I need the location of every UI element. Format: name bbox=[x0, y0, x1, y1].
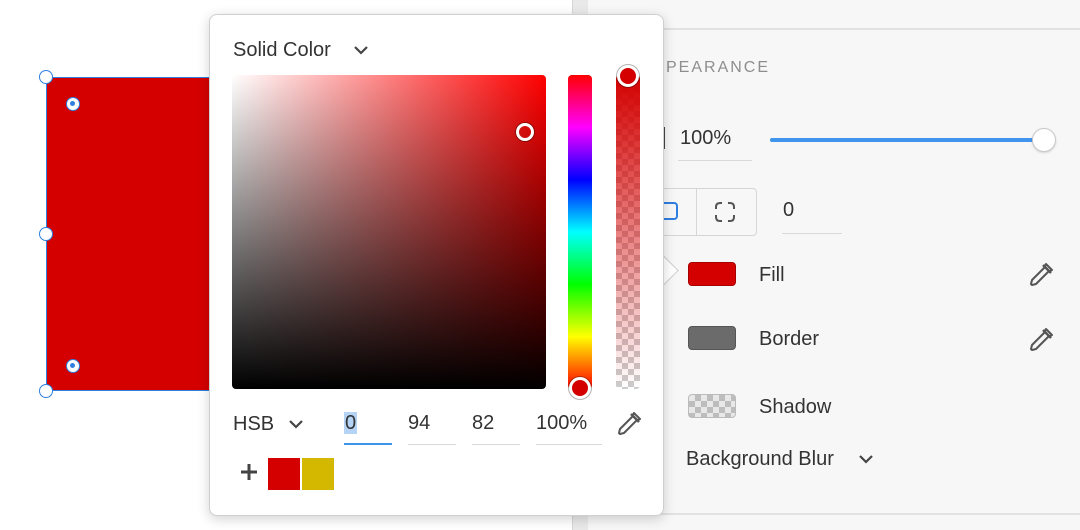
opacity-input-underline bbox=[678, 160, 752, 161]
shadow-swatch[interactable] bbox=[688, 394, 736, 418]
resize-handle-bottom-left[interactable] bbox=[39, 384, 53, 398]
resize-handle-middle-left[interactable] bbox=[39, 227, 53, 241]
chevron-down-icon[interactable] bbox=[288, 417, 304, 431]
alpha-slider[interactable] bbox=[616, 75, 640, 389]
color-picker-popover: Solid Color HSB 0 94 82 100% bbox=[209, 14, 664, 516]
appearance-section-label: PEARANCE bbox=[666, 59, 771, 76]
document-swatch-red[interactable] bbox=[268, 458, 300, 490]
uniform-radius-icon[interactable] bbox=[662, 202, 678, 220]
chevron-down-icon[interactable] bbox=[858, 452, 874, 466]
per-corner-radius-icon[interactable] bbox=[714, 201, 736, 223]
saturation-input[interactable]: 94 bbox=[408, 407, 456, 445]
opacity-slider-thumb[interactable] bbox=[1032, 128, 1056, 152]
fill-swatch[interactable] bbox=[688, 262, 736, 286]
saturation-brightness-field[interactable] bbox=[232, 75, 546, 389]
corner-radius-underline bbox=[782, 233, 842, 234]
shadow-label: Shadow bbox=[759, 396, 832, 418]
chevron-down-icon[interactable] bbox=[353, 43, 369, 57]
border-swatch[interactable] bbox=[688, 326, 736, 350]
corner-radius-handle-top[interactable] bbox=[66, 97, 80, 111]
corner-radius-input[interactable]: 0 bbox=[783, 199, 794, 222]
document-swatch-yellow[interactable] bbox=[302, 458, 334, 490]
fill-type-dropdown[interactable]: Solid Color bbox=[233, 39, 331, 62]
plus-icon[interactable] bbox=[238, 461, 260, 483]
corner-radius-handle-bottom[interactable] bbox=[66, 359, 80, 373]
hue-slider-thumb[interactable] bbox=[569, 377, 591, 399]
color-space-dropdown[interactable]: HSB bbox=[233, 413, 274, 436]
brightness-input[interactable]: 82 bbox=[472, 407, 520, 445]
border-label: Border bbox=[759, 328, 820, 350]
eyedropper-icon[interactable] bbox=[614, 409, 644, 439]
opacity-slider[interactable] bbox=[770, 138, 1044, 142]
alpha-slider-thumb[interactable] bbox=[617, 65, 639, 87]
eyedropper-icon[interactable] bbox=[1026, 260, 1056, 290]
background-blur-label[interactable]: Background Blur bbox=[686, 448, 834, 471]
hue-slider[interactable] bbox=[568, 75, 592, 389]
hue-input-text: 0 bbox=[344, 412, 358, 434]
fill-label: Fill bbox=[759, 264, 785, 286]
alpha-gradient bbox=[616, 75, 640, 389]
hue-input[interactable]: 0 bbox=[344, 407, 392, 445]
alpha-input[interactable]: 100% bbox=[536, 407, 602, 445]
eyedropper-icon[interactable] bbox=[1026, 325, 1056, 355]
color-cursor[interactable] bbox=[516, 123, 534, 141]
resize-handle-top-left[interactable] bbox=[39, 70, 53, 84]
opacity-input[interactable]: 100% bbox=[680, 127, 731, 150]
segment-divider bbox=[696, 189, 697, 235]
